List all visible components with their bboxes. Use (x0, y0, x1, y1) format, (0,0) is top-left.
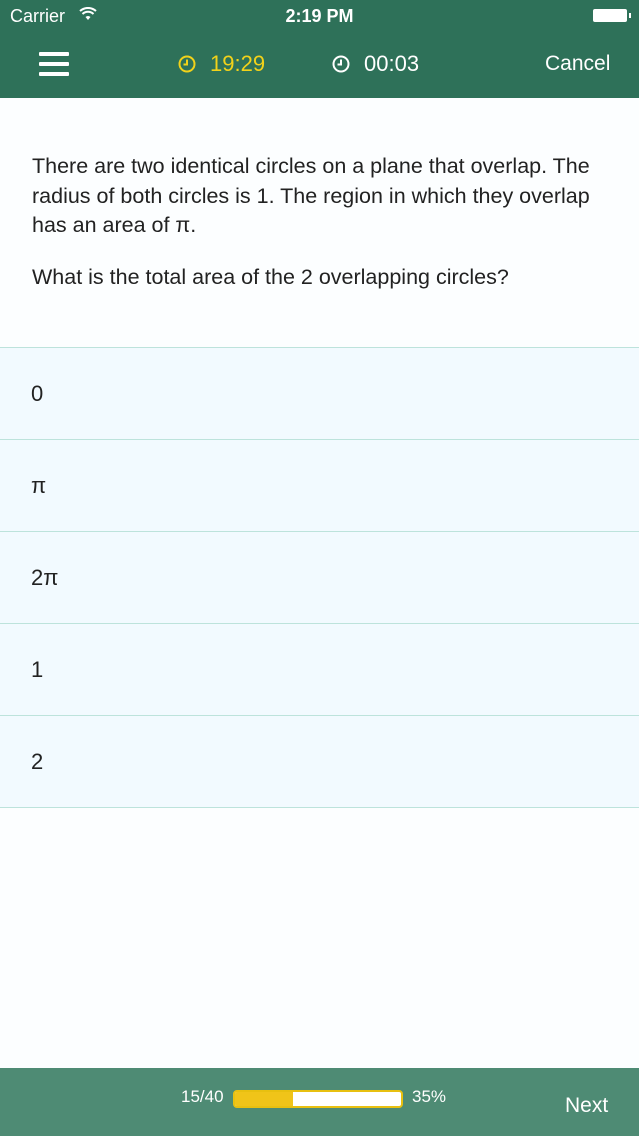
answer-label: 2π (31, 564, 59, 590)
question-prompt: What is the total area of the 2 overlapp… (32, 264, 509, 289)
answer-label: 1 (31, 656, 44, 682)
battery-icon (593, 9, 631, 22)
progress-percent: 35% (412, 1087, 447, 1106)
status-time: 2:19 PM (285, 6, 354, 26)
answer-label: 0 (31, 380, 44, 406)
clock-icon (332, 55, 350, 73)
answer-option[interactable]: 2π (0, 531, 639, 623)
answer-list: 0 π 2π 1 2 (0, 347, 639, 808)
footer-bar: 15/40 35% Next (0, 1068, 639, 1136)
time-elapsed: 00:03 (332, 50, 419, 78)
time-remaining-value: 19:29 (210, 51, 266, 76)
answer-label: π (31, 472, 47, 498)
clock-icon (178, 55, 196, 73)
status-bar: Carrier 2:19 PM (0, 0, 639, 32)
answer-option[interactable]: 2 (0, 715, 639, 808)
answer-label: 2 (31, 748, 44, 774)
hamburger-menu-icon[interactable] (39, 52, 69, 76)
question-text: There are two identical circles on a pla… (32, 152, 612, 314)
answer-option[interactable]: 1 (0, 623, 639, 715)
progress-bar (233, 1090, 403, 1108)
cancel-button[interactable]: Cancel (545, 52, 610, 76)
answer-option[interactable]: 0 (0, 347, 639, 439)
answer-option[interactable]: π (0, 439, 639, 531)
time-elapsed-value: 00:03 (364, 51, 420, 76)
next-button[interactable]: Next (565, 1094, 608, 1118)
progress-fill (235, 1092, 294, 1106)
question-paragraph: There are two identical circles on a pla… (32, 154, 590, 237)
time-remaining: 19:29 (178, 50, 265, 78)
progress-count: 15/40 (181, 1087, 224, 1106)
header-bar: Carrier 2:19 PM 19:29 00:03 Cancel (0, 0, 639, 98)
